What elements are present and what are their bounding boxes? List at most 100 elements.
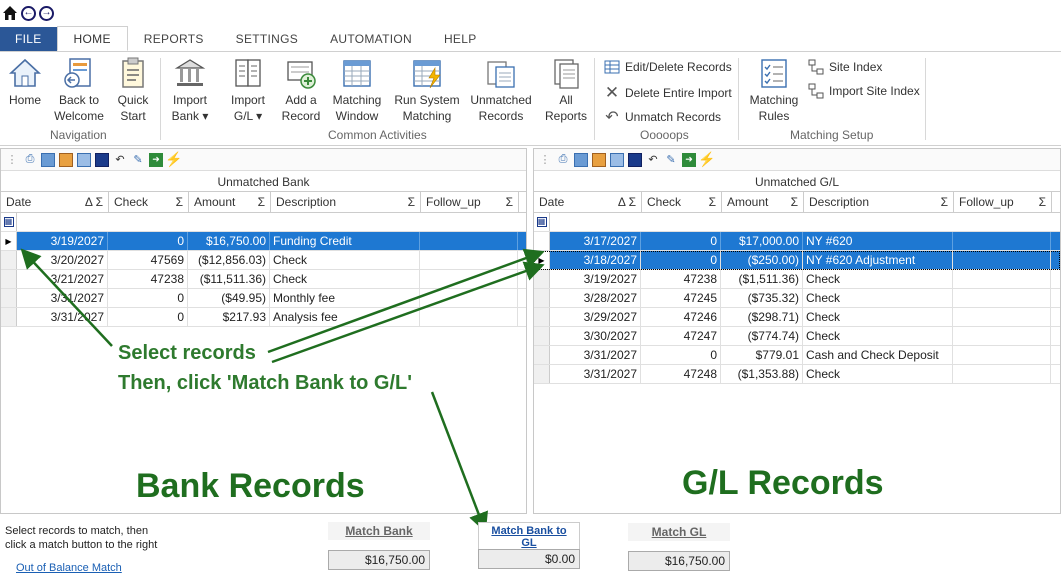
amount-cell[interactable]: ($12,856.03) bbox=[188, 251, 270, 269]
check-cell[interactable]: 47569 bbox=[108, 251, 188, 269]
table-row[interactable]: 3/31/2027 47248 ($1,353.88) Check bbox=[534, 365, 1060, 384]
table-row[interactable]: 3/31/2027 0 $779.01 Cash and Check Deposit bbox=[534, 346, 1060, 365]
table-row[interactable]: 3/19/2027 47238 ($1,511.36) Check bbox=[534, 270, 1060, 289]
table-row[interactable]: 3/31/2027 0 $217.93 Analysis fee bbox=[1, 308, 526, 327]
grid-blue-icon[interactable] bbox=[574, 152, 588, 167]
date-cell[interactable]: 3/30/2027 bbox=[550, 327, 641, 345]
description-cell[interactable]: NY #620 bbox=[803, 232, 953, 250]
forward-arrow-icon[interactable]: → bbox=[39, 5, 54, 21]
site-index-button[interactable]: Site Index bbox=[808, 59, 882, 75]
export-excel-icon[interactable]: ➜ bbox=[682, 152, 696, 167]
amount-cell[interactable]: $16,750.00 bbox=[188, 232, 270, 250]
check-cell[interactable]: 0 bbox=[108, 232, 188, 250]
follow-up-cell[interactable] bbox=[953, 365, 1051, 383]
row-selector[interactable] bbox=[534, 308, 550, 326]
filter-icon[interactable]: ▦ bbox=[534, 213, 550, 231]
matching-rules-button[interactable]: Matching Rules bbox=[746, 56, 802, 124]
filter-row[interactable]: ▦ bbox=[534, 213, 1060, 232]
amount-cell[interactable]: ($1,353.88) bbox=[721, 365, 803, 383]
row-selector[interactable]: ▶ bbox=[534, 251, 550, 269]
add-record-button[interactable]: Add a Record bbox=[280, 56, 322, 124]
amount-cell[interactable]: ($1,511.36) bbox=[721, 270, 803, 288]
amount-cell[interactable]: ($774.74) bbox=[721, 327, 803, 345]
date-cell[interactable]: 3/31/2027 bbox=[550, 346, 641, 364]
date-cell[interactable]: 3/19/2027 bbox=[550, 270, 641, 288]
matching-window-button[interactable]: Matching Window bbox=[328, 56, 386, 124]
edit-icon[interactable]: ✎ bbox=[131, 153, 145, 167]
follow-up-cell[interactable] bbox=[420, 289, 518, 307]
check-cell[interactable]: 0 bbox=[641, 232, 721, 250]
column-header-amount[interactable]: Amount Σ bbox=[189, 192, 271, 212]
edit-delete-records-button[interactable]: Edit/Delete Records bbox=[604, 59, 732, 75]
column-header-date[interactable]: Date Δ Σ bbox=[534, 192, 642, 212]
export-excel-icon[interactable]: ➜ bbox=[149, 152, 163, 167]
table-row[interactable]: 3/28/2027 47245 ($735.32) Check bbox=[534, 289, 1060, 308]
check-cell[interactable]: 0 bbox=[108, 289, 188, 307]
delete-entire-import-button[interactable]: ✕ Delete Entire Import bbox=[604, 83, 732, 103]
date-cell[interactable]: 3/29/2027 bbox=[550, 308, 641, 326]
row-selector[interactable]: ▶ bbox=[1, 232, 17, 250]
row-selector[interactable] bbox=[1, 308, 17, 326]
date-cell[interactable]: 3/31/2027 bbox=[17, 308, 108, 326]
column-header-description[interactable]: Description Σ bbox=[804, 192, 954, 212]
unmatched-records-button[interactable]: Unmatched Records bbox=[468, 56, 534, 124]
import-bank-button[interactable]: Import Bank ▾ bbox=[168, 56, 212, 124]
row-selector[interactable] bbox=[534, 232, 550, 250]
column-header-date[interactable]: Date Δ Σ bbox=[1, 192, 109, 212]
amount-cell[interactable]: ($298.71) bbox=[721, 308, 803, 326]
table-row[interactable]: 3/30/2027 47247 ($774.74) Check bbox=[534, 327, 1060, 346]
all-reports-button[interactable]: All Reports bbox=[544, 56, 588, 124]
follow-up-cell[interactable] bbox=[953, 327, 1051, 345]
column-header-description[interactable]: Description Σ bbox=[271, 192, 421, 212]
date-cell[interactable]: 3/20/2027 bbox=[17, 251, 108, 269]
grid-columns-icon[interactable] bbox=[610, 152, 624, 167]
table-row[interactable]: 3/17/2027 0 $17,000.00 NY #620 bbox=[534, 232, 1060, 251]
column-header-amount[interactable]: Amount Σ bbox=[722, 192, 804, 212]
table-row[interactable]: ▶ 3/18/2027 0 ($250.00) NY #620 Adjustment bbox=[534, 251, 1060, 270]
table-row[interactable]: 3/21/2027 47238 ($11,511.36) Check bbox=[1, 270, 526, 289]
tab-file[interactable]: FILE bbox=[0, 27, 57, 51]
run-system-matching-button[interactable]: Run System Matching bbox=[394, 56, 460, 124]
tab-automation[interactable]: AUTOMATION bbox=[314, 27, 428, 51]
follow-up-cell[interactable] bbox=[420, 308, 518, 326]
follow-up-cell[interactable] bbox=[420, 270, 518, 288]
import-site-index-button[interactable]: Import Site Index bbox=[808, 83, 920, 99]
undo-icon[interactable]: ↶ bbox=[113, 153, 127, 167]
check-cell[interactable]: 47245 bbox=[641, 289, 721, 307]
row-selector[interactable] bbox=[534, 365, 550, 383]
match-bank-to-gl-button[interactable]: Match Bank to GL bbox=[478, 522, 580, 552]
follow-up-cell[interactable] bbox=[953, 251, 1051, 269]
home-button[interactable]: Home bbox=[6, 56, 44, 108]
match-gl-button[interactable]: Match GL bbox=[628, 523, 730, 541]
row-selector[interactable] bbox=[1, 270, 17, 288]
date-cell[interactable]: 3/31/2027 bbox=[550, 365, 641, 383]
table-row[interactable]: ▶ 3/19/2027 0 $16,750.00 Funding Credit bbox=[1, 232, 526, 251]
date-cell[interactable]: 3/31/2027 bbox=[17, 289, 108, 307]
tab-reports[interactable]: REPORTS bbox=[128, 27, 220, 51]
row-selector[interactable] bbox=[534, 270, 550, 288]
column-header-check[interactable]: Check Σ bbox=[109, 192, 189, 212]
print-icon[interactable]: ⎙ bbox=[556, 153, 570, 167]
back-to-welcome-button[interactable]: Back to Welcome bbox=[52, 56, 106, 124]
description-cell[interactable]: Cash and Check Deposit bbox=[803, 346, 953, 364]
column-header-follow-up[interactable]: Follow_up Σ bbox=[954, 192, 1052, 212]
amount-cell[interactable]: ($250.00) bbox=[721, 251, 803, 269]
check-cell[interactable]: 47238 bbox=[641, 270, 721, 288]
save-icon[interactable] bbox=[95, 152, 109, 167]
column-header-check[interactable]: Check Σ bbox=[642, 192, 722, 212]
lightning-icon[interactable]: ⚡ bbox=[165, 151, 182, 167]
row-selector[interactable] bbox=[534, 346, 550, 364]
follow-up-cell[interactable] bbox=[953, 308, 1051, 326]
amount-cell[interactable]: $779.01 bbox=[721, 346, 803, 364]
date-cell[interactable]: 3/28/2027 bbox=[550, 289, 641, 307]
edit-icon[interactable]: ✎ bbox=[664, 153, 678, 167]
table-row[interactable]: 3/31/2027 0 ($49.95) Monthly fee bbox=[1, 289, 526, 308]
check-cell[interactable]: 47246 bbox=[641, 308, 721, 326]
print-icon[interactable]: ⎙ bbox=[23, 153, 37, 167]
unmatch-records-button[interactable]: ↶ Unmatch Records bbox=[604, 107, 721, 127]
grid-orange-icon[interactable] bbox=[592, 152, 606, 167]
check-cell[interactable]: 47247 bbox=[641, 327, 721, 345]
amount-cell[interactable]: $17,000.00 bbox=[721, 232, 803, 250]
table-row[interactable]: 3/20/2027 47569 ($12,856.03) Check bbox=[1, 251, 526, 270]
grid-blue-icon[interactable] bbox=[41, 152, 55, 167]
